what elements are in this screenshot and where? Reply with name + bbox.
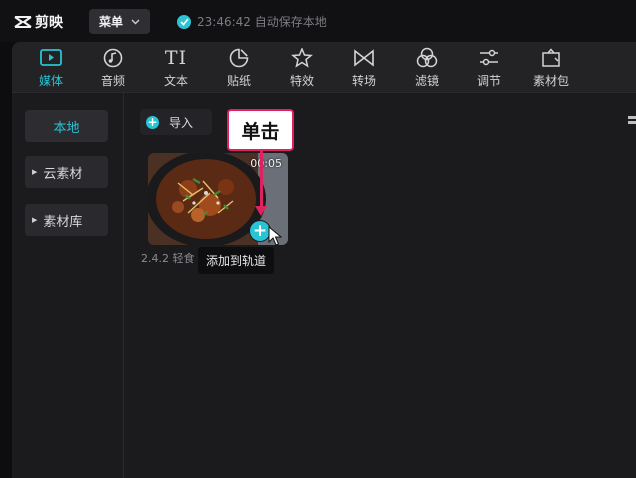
filter-icon bbox=[416, 47, 438, 68]
tab-package[interactable]: 素材包 bbox=[523, 46, 579, 90]
caret-right-icon: ▶ bbox=[32, 168, 38, 176]
view-toggle-icon[interactable] bbox=[628, 116, 636, 126]
transition-icon bbox=[354, 49, 374, 67]
media-duration: 00:05 bbox=[250, 157, 282, 170]
autosave-text: 23:46:42 自动保存本地 bbox=[197, 15, 327, 29]
callout-line bbox=[260, 151, 263, 211]
adjust-icon bbox=[480, 49, 498, 66]
sidebar-item-library[interactable]: ▶ 素材库 bbox=[25, 204, 108, 236]
tab-effects[interactable]: 特效 bbox=[274, 46, 330, 90]
app-name: 剪映 bbox=[35, 15, 63, 31]
media-name: 2.4.2 轻食 bbox=[141, 252, 195, 265]
title-bar: 剪映 菜单 23:46:42 自动保存本地 bbox=[0, 0, 636, 42]
media-content: + 导入 00:05 bbox=[124, 93, 636, 478]
caret-right-icon: ▶ bbox=[32, 216, 38, 224]
tab-transition[interactable]: 转场 bbox=[336, 46, 392, 90]
effects-icon bbox=[291, 48, 313, 68]
sidebar-item-cloud[interactable]: ▶ 云素材 bbox=[25, 156, 108, 188]
media-panel: 媒体 音频 TI 文本 贴纸 特效 转场 滤镜 调节 素材包 本地 ▶ 云素材 … bbox=[12, 42, 636, 478]
media-icon bbox=[40, 49, 62, 66]
plus-icon: + bbox=[252, 221, 268, 241]
click-callout: 单击 bbox=[227, 109, 294, 151]
import-button[interactable]: + 导入 bbox=[140, 109, 212, 135]
source-sidebar: 本地 ▶ 云素材 ▶ 素材库 bbox=[12, 93, 124, 478]
audio-icon bbox=[103, 48, 123, 68]
package-icon bbox=[542, 48, 560, 67]
mouse-cursor-icon bbox=[268, 226, 282, 246]
text-icon: TI bbox=[164, 47, 188, 69]
tab-filter[interactable]: 滤镜 bbox=[399, 46, 455, 90]
tab-text[interactable]: TI 文本 bbox=[148, 46, 204, 90]
menu-button[interactable]: 菜单 bbox=[89, 9, 150, 34]
sidebar-item-local[interactable]: 本地 bbox=[25, 110, 108, 142]
tab-adjust[interactable]: 调节 bbox=[461, 46, 517, 90]
sticker-icon bbox=[229, 48, 249, 68]
tab-media[interactable]: 媒体 bbox=[23, 46, 79, 90]
chevron-down-icon bbox=[131, 19, 140, 24]
autosave-status: 23:46:42 自动保存本地 bbox=[177, 13, 327, 30]
plus-icon: + bbox=[146, 114, 159, 129]
category-toolbar: 媒体 音频 TI 文本 贴纸 特效 转场 滤镜 调节 素材包 bbox=[12, 42, 636, 93]
app-logo: 剪映 bbox=[14, 12, 63, 32]
add-to-track-button[interactable]: + bbox=[250, 221, 270, 241]
tab-audio[interactable]: 音频 bbox=[85, 46, 141, 90]
check-circle-icon bbox=[177, 14, 191, 29]
add-to-track-tooltip: 添加到轨道 bbox=[198, 247, 274, 274]
callout-arrow bbox=[255, 206, 267, 216]
tab-sticker[interactable]: 贴纸 bbox=[211, 46, 267, 90]
menu-label: 菜单 bbox=[98, 15, 123, 29]
capcut-logo-icon bbox=[14, 16, 32, 28]
